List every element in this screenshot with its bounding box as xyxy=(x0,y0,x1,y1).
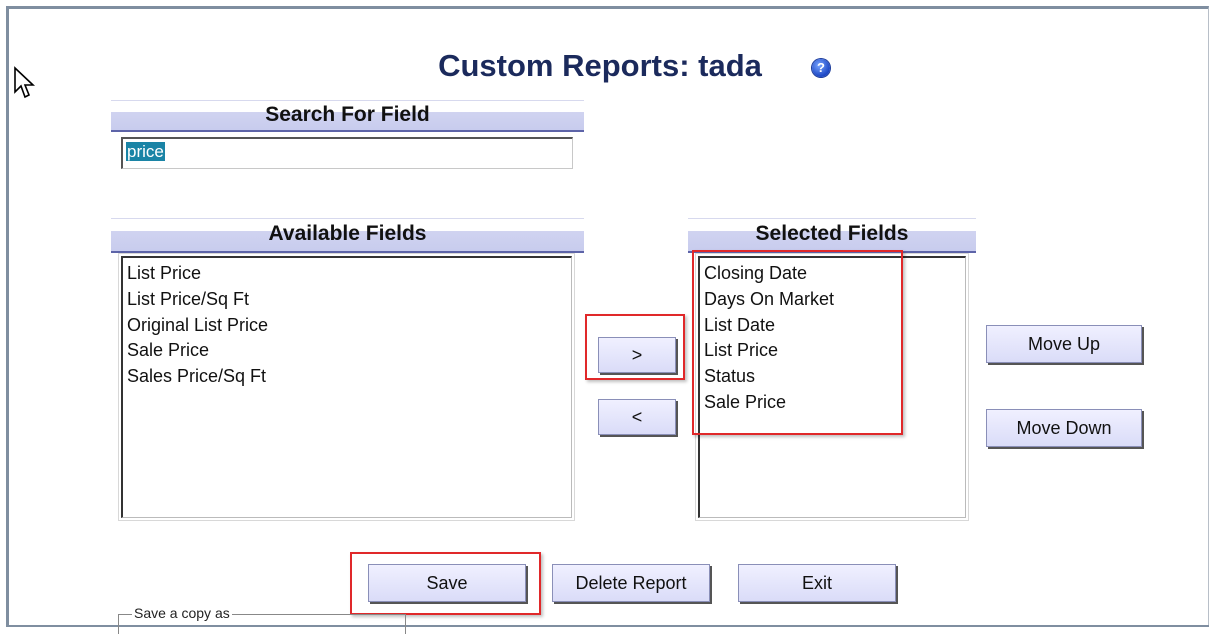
list-item[interactable]: Sales Price/Sq Ft xyxy=(127,364,567,390)
list-item[interactable]: List Date xyxy=(704,313,961,339)
save-button-label: Save xyxy=(426,573,468,593)
page-title-text: Custom Reports: tada xyxy=(438,48,762,83)
available-fields-header-label: Available Fields xyxy=(268,222,427,245)
delete-report-button-label: Delete Report xyxy=(575,573,687,593)
help-icon[interactable]: ? xyxy=(812,59,830,77)
list-item[interactable]: List Price xyxy=(704,338,961,364)
list-item[interactable]: Status xyxy=(704,364,961,390)
list-item[interactable]: Closing Date xyxy=(704,261,961,287)
search-input-value: price xyxy=(126,142,165,161)
list-item[interactable]: Original List Price xyxy=(127,313,567,339)
exit-button[interactable]: Exit xyxy=(738,564,896,602)
remove-field-button[interactable]: < xyxy=(598,399,676,435)
save-copy-legend: Save a copy as xyxy=(132,605,232,621)
selected-fields-list[interactable]: Closing Date Days On Market List Date Li… xyxy=(695,253,969,521)
add-field-button[interactable]: > xyxy=(598,337,676,373)
add-field-button-label: > xyxy=(631,345,643,365)
available-fields-header: Available Fields xyxy=(111,218,584,253)
selected-fields-header: Selected Fields xyxy=(688,218,976,253)
list-item[interactable]: Sale Price xyxy=(127,338,567,364)
remove-field-button-label: < xyxy=(631,407,643,427)
available-fields-list[interactable]: List Price List Price/Sq Ft Original Lis… xyxy=(118,253,575,521)
mouse-pointer-icon xyxy=(14,66,36,99)
move-down-button-label: Move Down xyxy=(1016,418,1112,438)
list-item[interactable]: Days On Market xyxy=(704,287,961,313)
exit-button-label: Exit xyxy=(801,573,832,593)
list-item[interactable]: List Price xyxy=(127,261,567,287)
search-input[interactable]: price xyxy=(121,137,573,169)
save-button[interactable]: Save xyxy=(368,564,526,602)
selected-fields-header-label: Selected Fields xyxy=(755,222,909,245)
save-copy-legend-text: Save a copy as xyxy=(134,605,230,621)
list-item[interactable]: Sale Price xyxy=(704,390,961,416)
move-down-button[interactable]: Move Down xyxy=(986,409,1142,447)
list-item[interactable]: List Price/Sq Ft xyxy=(127,287,567,313)
move-up-button[interactable]: Move Up xyxy=(986,325,1142,363)
search-header: Search For Field xyxy=(111,100,584,132)
search-header-label: Search For Field xyxy=(265,103,430,126)
page-title: Custom Reports: tada xyxy=(300,48,900,84)
delete-report-button[interactable]: Delete Report xyxy=(552,564,710,602)
move-up-button-label: Move Up xyxy=(1027,334,1101,354)
